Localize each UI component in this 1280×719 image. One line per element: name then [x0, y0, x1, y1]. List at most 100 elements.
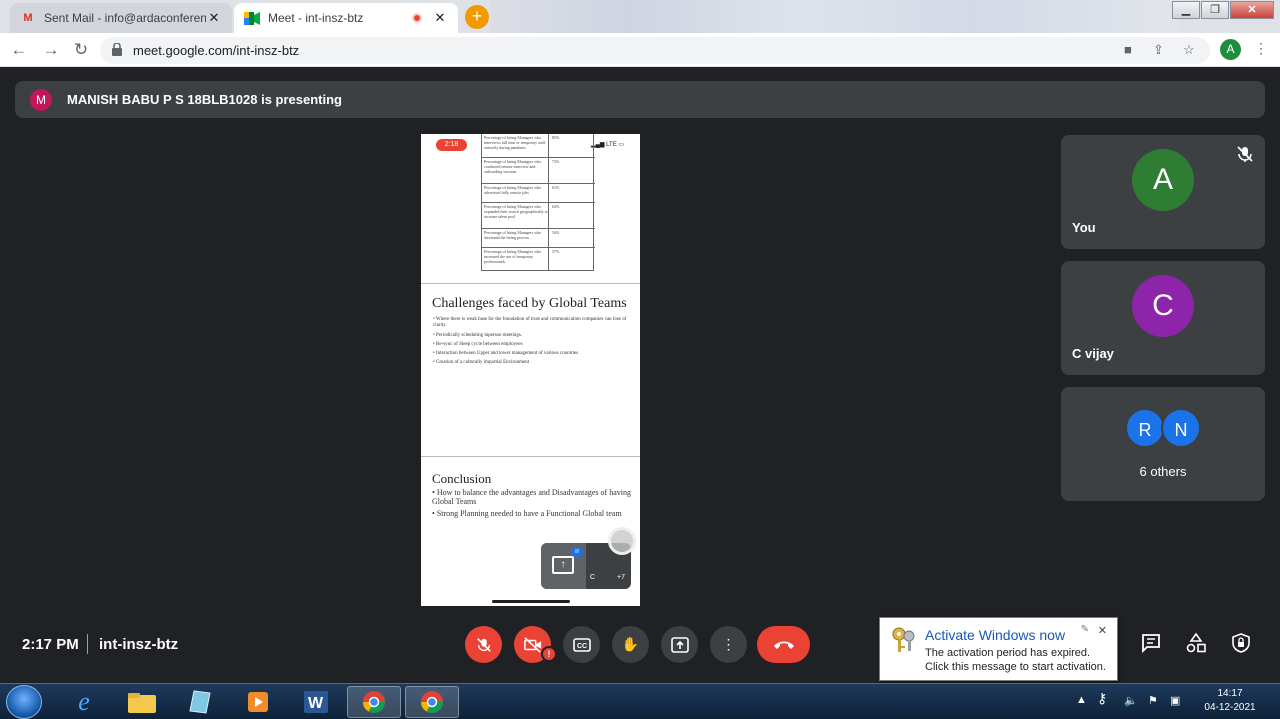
raise-hand-button[interactable]: ✋ — [612, 626, 649, 663]
new-tab-button[interactable]: + — [465, 5, 489, 29]
participant-tile-you[interactable]: A You — [1061, 135, 1265, 249]
more-options-button[interactable]: ⋮ — [710, 626, 747, 663]
network-icon[interactable]: ▣ — [1170, 694, 1180, 707]
url-text: meet.google.com/int-insz-btz — [133, 43, 300, 58]
action-center-flag-icon[interactable]: ⚑ — [1148, 694, 1158, 707]
tab-gmail[interactable]: M Sent Mail - info@ardaconference ✕ — [10, 3, 232, 33]
table-row: Percentage of hiring Managers who increa… — [484, 249, 560, 264]
audio-indicator-icon: ıı — [571, 547, 583, 557]
file-explorer-icon[interactable] — [115, 686, 169, 718]
participant-name: You — [1072, 220, 1096, 235]
tab-title: Sent Mail - info@ardaconference — [44, 11, 206, 25]
notification-line: Click this message to start activation. — [925, 661, 1106, 673]
participant-name: C vijay — [1072, 346, 1114, 361]
mic-off-icon — [1237, 146, 1253, 162]
close-tab-icon[interactable]: ✕ — [432, 10, 448, 26]
meet-icon — [244, 10, 260, 26]
presenter-avatar: M — [30, 89, 52, 111]
presenting-text: MANISH BABU P S 18BLB1028 is presenting — [67, 92, 342, 107]
notes-app-icon[interactable] — [173, 686, 227, 718]
minimize-button[interactable]: ▁ — [1172, 1, 1200, 19]
avatar: A — [1132, 149, 1194, 211]
window-controls: ▁ ❐ ✕ — [1171, 1, 1274, 19]
close-tab-icon[interactable]: ✕ — [206, 10, 222, 26]
activities-icon[interactable] — [1184, 632, 1208, 656]
bullet-item: • Creation of a culturally impartial Env… — [433, 360, 530, 365]
maximize-button[interactable]: ❐ — [1201, 1, 1229, 19]
svg-text:CC: CC — [577, 643, 587, 650]
table-row: Percentage of hiring Managers who advert… — [482, 184, 595, 203]
tab-meet[interactable]: Meet - int-insz-btz ✕ — [234, 3, 458, 33]
participant-tile-c-vijay[interactable]: C C vijay — [1061, 261, 1265, 375]
lock-icon — [112, 43, 122, 56]
meeting-code: int-insz-btz — [99, 636, 179, 653]
table-row: Percentage of hiring Managers who expand… — [482, 203, 595, 229]
captions-icon: CC — [572, 637, 591, 652]
table-row: Percentage of hiring Managers who conduc… — [482, 158, 595, 184]
mic-off-icon — [476, 637, 491, 652]
leave-call-button[interactable] — [757, 626, 810, 663]
home-indicator — [492, 600, 570, 603]
more-vert-icon: ⋮ — [721, 636, 736, 652]
hang-up-icon — [773, 641, 794, 649]
hand-icon: ✋ — [621, 636, 640, 652]
shared-screen: 2:18 ▂▄▆ LTE ▭ Percentage of hiring Mana… — [421, 134, 640, 606]
touch-indicator — [608, 527, 636, 555]
bullet-item: • Interaction between Upper and lower ma… — [433, 351, 579, 356]
bullet-item: • Strong Planning needed to have a Funct… — [432, 509, 622, 518]
profile-avatar[interactable]: A — [1220, 39, 1241, 60]
microphone-toggle-button[interactable] — [465, 626, 502, 663]
share-icon[interactable]: ⇪ — [1153, 42, 1164, 58]
camera-off-icon — [523, 636, 541, 653]
recording-indicator-icon — [412, 13, 422, 23]
bullet-item: • Re-sync of Sleep cycle between employe… — [433, 342, 523, 347]
bullet-item: • Where there is weak base for the found… — [433, 317, 627, 328]
slide-table-section: 2:18 ▂▄▆ LTE ▭ Percentage of hiring Mana… — [421, 134, 640, 284]
avatar: C — [1132, 275, 1194, 337]
bullet-item: • Periodically scheduling inperson meeti… — [433, 333, 523, 338]
chrome-icon[interactable] — [405, 686, 459, 718]
browser-toolbar: ← → ↻ meet.google.com/int-insz-btz ■ ⇪ ☆… — [0, 33, 1280, 67]
chrome-icon[interactable] — [347, 686, 401, 718]
word-icon[interactable]: W — [289, 686, 343, 718]
pin-icon[interactable]: ✎ — [1081, 624, 1089, 635]
reload-icon[interactable]: ↻ — [70, 39, 92, 61]
data-table: Percentage of hiring Managers who interv… — [481, 134, 595, 271]
notification-title: Activate Windows now — [925, 627, 1066, 643]
present-screen-icon — [670, 636, 689, 653]
warning-icon: ! — [541, 646, 557, 662]
host-controls-icon[interactable] — [1229, 632, 1253, 656]
forward-icon[interactable]: → — [40, 39, 62, 61]
chat-icon[interactable] — [1139, 632, 1163, 656]
address-bar[interactable]: meet.google.com/int-insz-btz ■ ⇪ ☆ — [100, 37, 1210, 64]
activate-windows-notification[interactable]: Activate Windows now ✎ ✕ The activation … — [879, 617, 1118, 681]
show-hidden-icons[interactable]: ▲ — [1076, 694, 1087, 706]
network-status: ▂▄▆ LTE ▭ — [591, 142, 625, 148]
bookmark-star-icon[interactable]: ☆ — [1183, 42, 1195, 58]
mini-meet-overlay[interactable]: ↑ ıı C +7 — [541, 527, 636, 589]
keys-icon — [892, 627, 915, 652]
back-icon[interactable]: ← — [8, 39, 30, 61]
captions-button[interactable]: CC — [563, 626, 600, 663]
table-row: Percentage of hiring Managers who shorte… — [482, 229, 595, 248]
close-window-button[interactable]: ✕ — [1230, 1, 1274, 19]
notification-line: The activation period has expired. — [925, 647, 1091, 659]
tab-title: Meet - int-insz-btz — [268, 11, 364, 25]
close-icon[interactable]: ✕ — [1098, 624, 1107, 637]
start-button[interactable] — [6, 685, 42, 719]
windows-taskbar: e W ▲ ⚷ 🔈 ⚑ ▣ 14:17 04-12-2021 — [0, 683, 1280, 719]
volume-icon[interactable]: 🔈 — [1124, 694, 1138, 707]
internet-explorer-icon[interactable]: e — [57, 686, 111, 718]
presenting-banner: M MANISH BABU P S 18BLB1028 is presentin… — [15, 81, 1265, 118]
present-now-button[interactable] — [661, 626, 698, 663]
media-player-icon[interactable] — [231, 686, 285, 718]
camera-icon[interactable]: ■ — [1124, 42, 1132, 57]
bullet-item: • How to balance the advantages and Disa… — [432, 488, 631, 506]
slide-challenges: Challenges faced by Global Teams • Where… — [421, 284, 640, 457]
participant-tile-others[interactable]: R N 6 others — [1061, 387, 1265, 501]
svg-text:W: W — [308, 695, 324, 712]
system-clock[interactable]: 14:17 04-12-2021 — [1196, 687, 1264, 715]
keys-tray-icon[interactable]: ⚷ — [1097, 690, 1107, 707]
gmail-icon: M — [23, 12, 33, 24]
browser-menu-icon[interactable]: ⋮ — [1254, 40, 1268, 57]
